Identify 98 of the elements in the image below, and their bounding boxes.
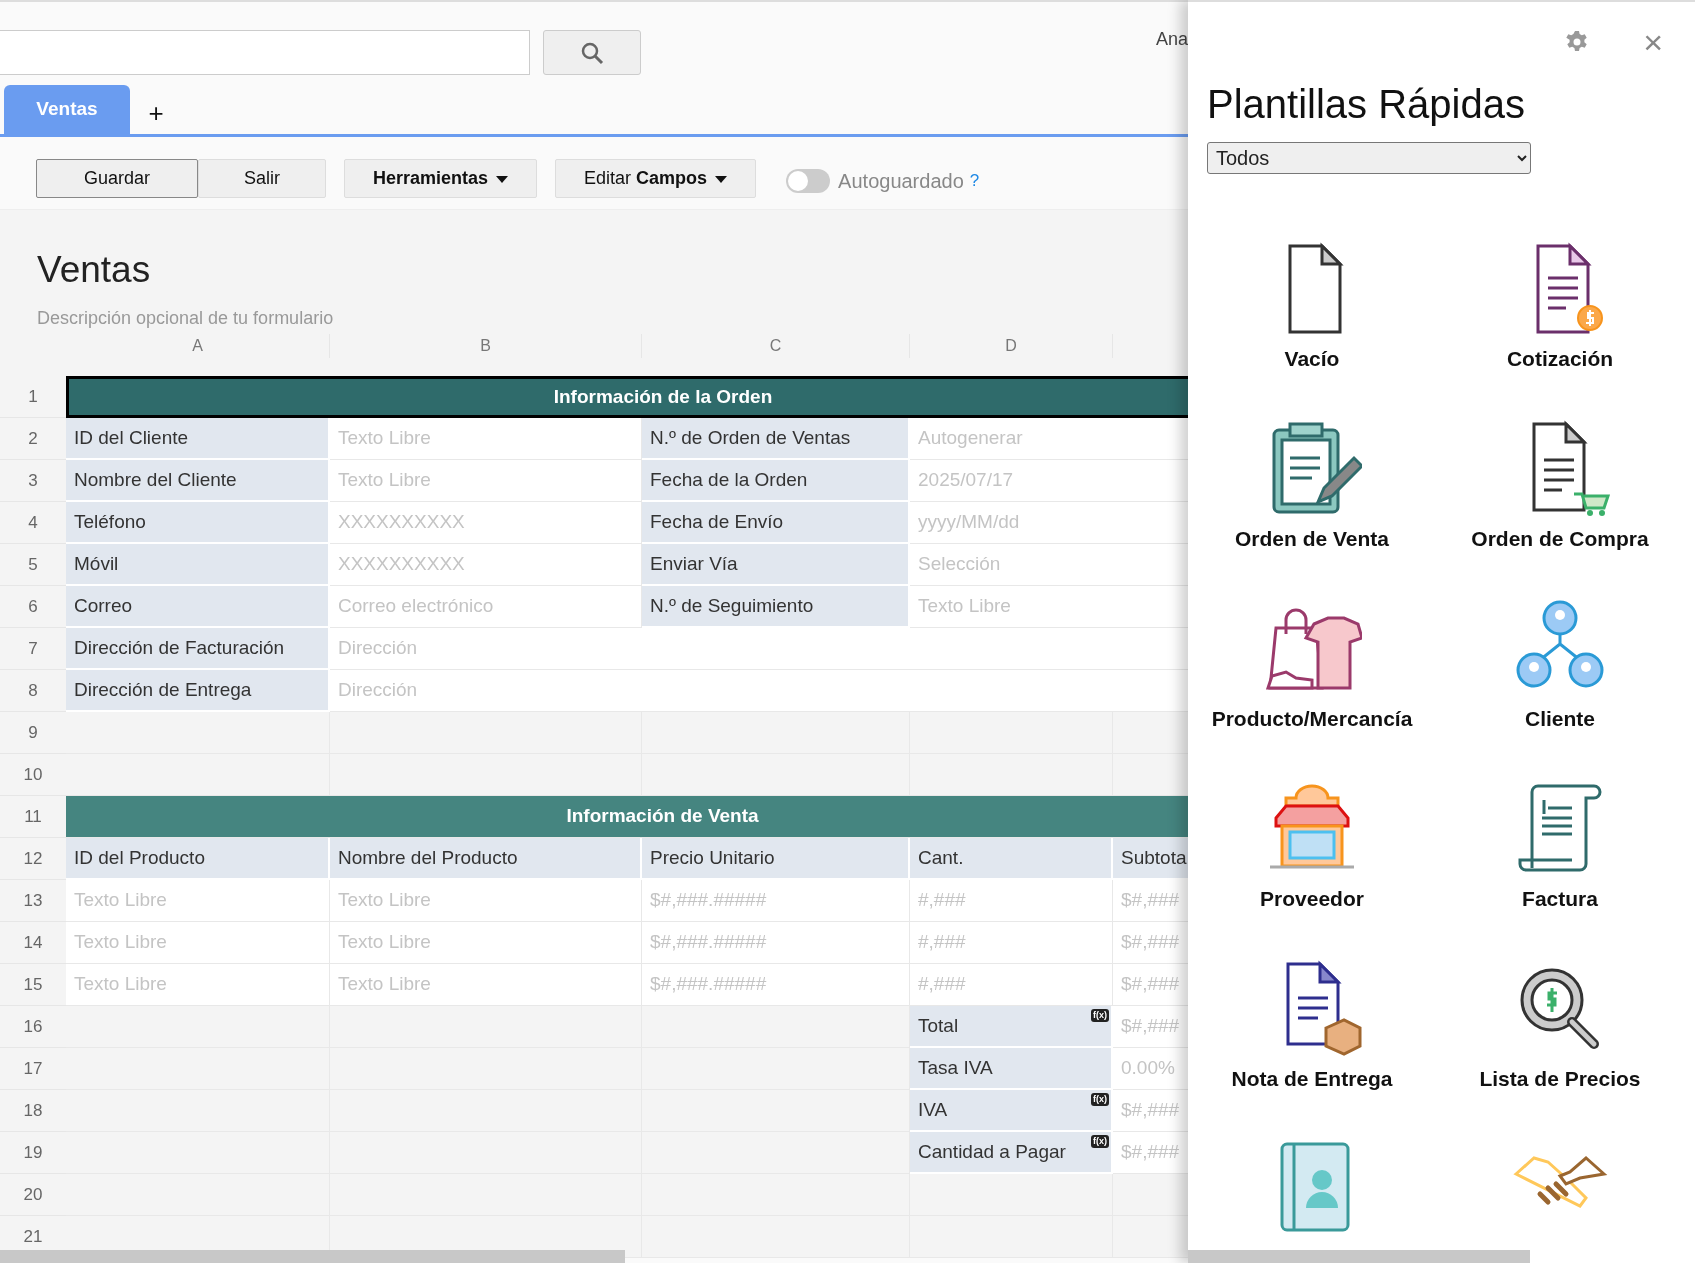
field-cell[interactable]: Texto Libre [66, 964, 330, 1006]
template-tile[interactable]: Lista de Precios [1436, 958, 1684, 1138]
formula-badge: f(x) [1091, 1135, 1109, 1148]
field-label: Dirección de Facturación [66, 628, 330, 670]
template-tile[interactable]: Cliente [1436, 598, 1684, 778]
field-label: N.º de Orden de Ventas [642, 418, 910, 460]
field-label: Fecha de la Orden [642, 460, 910, 502]
field-cell[interactable]: Texto Libre [330, 880, 642, 922]
tools-dropdown[interactable]: Herramientas [344, 159, 538, 198]
help-link[interactable]: ? [969, 168, 980, 194]
column-header: B [330, 334, 642, 358]
field-label: N.º de Seguimiento [642, 586, 910, 628]
row-number: 10 [0, 754, 66, 796]
field-label: ID del Cliente [66, 418, 330, 460]
field-cell[interactable]: Texto Libre [910, 586, 1188, 628]
field-label: Tasa IVA [910, 1048, 1113, 1090]
field-cell[interactable]: #,### [910, 880, 1113, 922]
field-cell[interactable]: #,### [910, 964, 1113, 1006]
formula-badge: f(x) [1091, 1009, 1109, 1022]
field-cell[interactable]: $#,### [1113, 880, 1188, 922]
field-label: Fecha de Envío [642, 502, 910, 544]
field-cell[interactable]: Selección [910, 544, 1188, 586]
field-label: Teléfono [66, 502, 330, 544]
template-tile[interactable]: Cotización [1436, 238, 1684, 418]
field-cell[interactable]: $#,### [1113, 1132, 1188, 1174]
column-header: C [642, 334, 910, 358]
field-cell[interactable]: 0.00% [1113, 1048, 1188, 1090]
panel-title: Plantillas Rápidas [1206, 81, 1526, 128]
field-cell[interactable]: $#,### [1113, 922, 1188, 964]
search-button[interactable] [543, 30, 641, 75]
field-cell[interactable]: XXXXXXXXXX [330, 502, 642, 544]
section-header: Información de la Orden [66, 376, 1188, 418]
template-tile[interactable]: Producto/Mercancía [1188, 598, 1436, 778]
template-tile[interactable]: Vacío [1188, 238, 1436, 418]
field-cell[interactable]: Texto Libre [330, 418, 642, 460]
template-tile[interactable]: Orden de Venta [1188, 418, 1436, 598]
template-filter-select[interactable]: Todos [1207, 142, 1531, 174]
form-title: Ventas [37, 250, 152, 291]
formula-badge: f(x) [1091, 1093, 1109, 1106]
field-cell[interactable]: Dirección [330, 670, 1188, 712]
field-cell[interactable]: #,### [910, 922, 1113, 964]
field-cell[interactable]: yyyy/MM/dd [910, 502, 1188, 544]
form-description: Descripción opcional de tu formulario [37, 306, 335, 330]
add-tab-button[interactable]: + [130, 93, 182, 134]
close-button[interactable]: × [1643, 25, 1663, 59]
template-tile[interactable]: Orden de Compra [1436, 418, 1684, 598]
field-cell[interactable]: 2025/07/17 [910, 460, 1188, 502]
field-label: Correo [66, 586, 330, 628]
field-label: Nombre del Cliente [66, 460, 330, 502]
field-cell[interactable]: Correo electrónico [330, 586, 642, 628]
row-number: 17 [0, 1048, 66, 1090]
row-number: 16 [0, 1006, 66, 1048]
save-button[interactable]: Guardar [36, 159, 198, 198]
field-label: Cant. [910, 838, 1113, 880]
scrollbar[interactable] [0, 1250, 625, 1263]
field-label: Enviar Vía [642, 544, 910, 586]
autosave-label: Autoguardado [838, 169, 964, 194]
field-cell[interactable]: Texto Libre [330, 922, 642, 964]
row-number: 20 [0, 1174, 66, 1216]
field-cell[interactable]: $#,### [1113, 1006, 1188, 1048]
field-label: Nombre del Producto [330, 838, 642, 880]
field-cell[interactable]: $#,### [1113, 964, 1188, 1006]
row-number: 9 [0, 712, 66, 754]
field-cell[interactable]: Dirección [330, 628, 1188, 670]
field-label: IVA [918, 1097, 948, 1122]
autosave-toggle[interactable] [786, 169, 831, 193]
field-label: ID del Producto [66, 838, 330, 880]
field-cell[interactable]: Texto Libre [66, 922, 330, 964]
field-cell[interactable]: Texto Libre [330, 460, 642, 502]
field-cell[interactable]: Autogenerar [910, 418, 1188, 460]
search-icon [580, 40, 604, 65]
row-number: 19 [0, 1132, 66, 1174]
field-cell[interactable]: $#,### [1113, 1090, 1188, 1132]
field-label: Precio Unitario [642, 838, 910, 880]
template-tile[interactable]: Nota de Entrega [1188, 958, 1436, 1138]
section-header: Información de Venta [66, 796, 1188, 838]
field-cell[interactable]: Texto Libre [330, 964, 642, 1006]
field-label: Móvil [66, 544, 330, 586]
field-label: Subtota [1113, 838, 1188, 880]
template-tile[interactable]: Proveedor [1188, 778, 1436, 958]
field-cell[interactable]: $#,###.##### [642, 964, 910, 1006]
exit-button[interactable]: Salir [198, 159, 326, 198]
row-number: 18 [0, 1090, 66, 1132]
field-cell[interactable]: $#,###.##### [642, 880, 910, 922]
field-label: Cantidad a Pagar [918, 1139, 1066, 1164]
user-name[interactable]: Ana [1155, 26, 1188, 53]
column-header: A [66, 334, 330, 358]
edit-fields-dropdown[interactable]: Editar Campos [555, 159, 757, 198]
field-cell[interactable]: $#,###.##### [642, 922, 910, 964]
scrollbar[interactable] [1188, 1250, 1530, 1263]
template-tile[interactable]: Factura [1436, 778, 1684, 958]
field-label: Total [918, 1013, 959, 1038]
search-field[interactable] [0, 30, 530, 75]
field-cell[interactable]: Texto Libre [66, 880, 330, 922]
field-cell[interactable]: XXXXXXXXXX [330, 544, 642, 586]
column-header: D [910, 334, 1113, 358]
field-label: Dirección de Entrega [66, 670, 330, 712]
tab[interactable]: Ventas [4, 85, 130, 134]
